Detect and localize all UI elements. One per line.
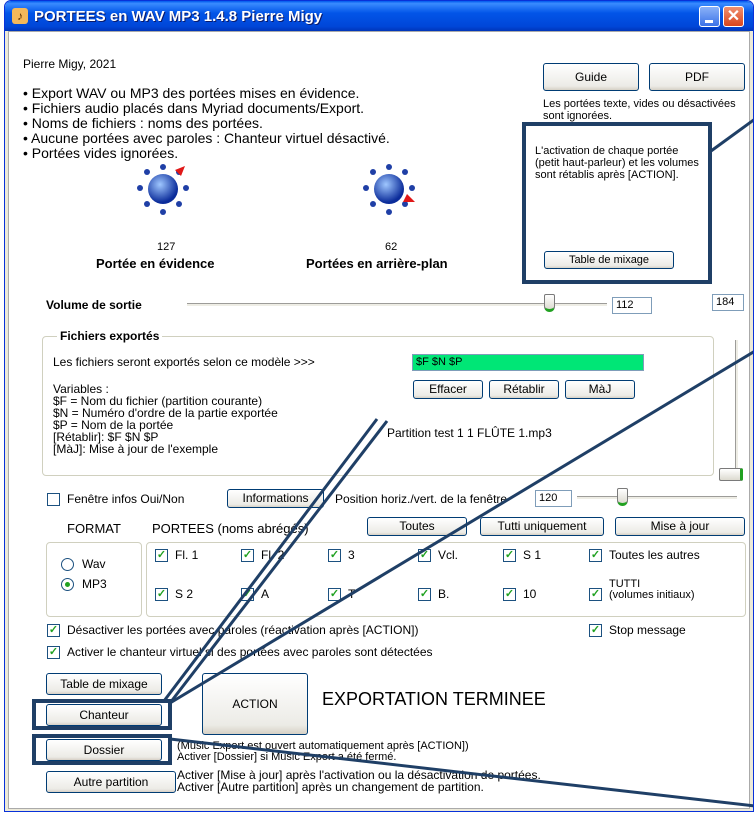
- portee-checkbox[interactable]: ✓: [155, 588, 168, 601]
- bullet-item: • Export WAV ou MP3 des portées mises en…: [23, 85, 360, 101]
- variables-list: Variables : $F = Nom du fichier (partiti…: [53, 383, 278, 455]
- sphere-value-background: 62: [385, 241, 398, 253]
- effacer-button[interactable]: Effacer: [413, 380, 483, 399]
- main-window: ♪ PORTEES en WAV MP3 1.4.8 Pierre Migy ✕…: [4, 0, 754, 812]
- model-label: Les fichiers seront exportés selon ce mo…: [53, 355, 315, 369]
- portee-label: T: [348, 587, 356, 601]
- portee-checkbox[interactable]: ✓: [503, 588, 516, 601]
- portee-checkbox[interactable]: ✓: [155, 549, 168, 562]
- volume-value-field[interactable]: 112: [612, 297, 652, 314]
- portee-label: 3: [348, 548, 355, 562]
- guide-button[interactable]: Guide: [543, 63, 639, 91]
- portee-label: A: [261, 587, 270, 601]
- sphere-label-background: Portées en arrière-plan: [306, 256, 448, 271]
- bullet-item: • Aucune portées avec paroles : Chanteur…: [23, 130, 390, 146]
- autre-partition-button[interactable]: Autre partition: [46, 771, 176, 793]
- dossier-note: (Music Export est ouvert automatiquement…: [177, 741, 469, 763]
- toutes-button[interactable]: Toutes: [367, 517, 467, 536]
- portee-checkbox[interactable]: ✓: [328, 588, 341, 601]
- position-label: Position horiz./vert. de la fenêtre: [335, 492, 508, 506]
- dossier-note-line: Activer [Dossier] si Music Export a été …: [177, 751, 397, 763]
- portee-label: TUTTI (volumes initiaux): [609, 578, 695, 601]
- radio-wav[interactable]: [61, 558, 74, 571]
- activer-checkbox[interactable]: ✓: [47, 646, 60, 659]
- portee-checkbox[interactable]: ✓: [241, 549, 254, 562]
- portee-checkbox[interactable]: ✓: [328, 549, 341, 562]
- variable-line: [MàJ]: Mise à jour de l'exemple: [53, 442, 219, 456]
- chanteur-button[interactable]: Chanteur: [46, 704, 162, 726]
- activer-label: Activer le chanteur virtuel si des porté…: [67, 645, 433, 659]
- portee-label: Toutes les autres: [609, 548, 700, 562]
- portee-label: 10: [523, 587, 537, 601]
- tutti-button[interactable]: Tutti uniquement: [480, 517, 604, 536]
- informations-button[interactable]: Informations: [227, 489, 324, 508]
- client-area: Pierre Migy, 2021 • Export WAV ou MP3 de…: [8, 31, 750, 809]
- title-bar[interactable]: ♪ PORTEES en WAV MP3 1.4.8 Pierre Migy ✕: [5, 1, 753, 31]
- export-group-title: Fichiers exportés: [57, 329, 163, 343]
- infos-label: Fenêtre infos Oui/Non: [67, 492, 185, 506]
- stop-message-checkbox[interactable]: ✓: [589, 624, 602, 637]
- radio-mp3-label: MP3: [82, 577, 107, 591]
- portee-checkbox[interactable]: ✓: [503, 549, 516, 562]
- bullet-list: • Export WAV ou MP3 des portées mises en…: [23, 86, 390, 161]
- autre-note-line: Activer [Autre partition] après un chang…: [177, 780, 484, 794]
- retablir-button[interactable]: Rétablir: [489, 380, 559, 399]
- table-mixage-button[interactable]: Table de mixage: [544, 251, 674, 269]
- sphere-label-evidence: Portée en évidence: [96, 256, 215, 271]
- position-value-field[interactable]: 120: [535, 490, 572, 507]
- portee-label: S 1: [523, 548, 542, 562]
- ignored-note: Les portées texte, vides ou désactivées …: [543, 98, 736, 122]
- position-slider-thumb[interactable]: [617, 488, 628, 506]
- activation-note: L'activation de chaque portée (petit hau…: [535, 145, 699, 181]
- maj-button[interactable]: MàJ: [565, 380, 635, 399]
- model-input[interactable]: $F $N $P: [412, 354, 644, 371]
- portee-label: B.: [438, 587, 450, 601]
- volume-slider-thumb[interactable]: [544, 294, 555, 312]
- radio-mp3[interactable]: [61, 578, 74, 591]
- author-text: Pierre Migy, 2021: [23, 57, 117, 71]
- mise-a-jour-button[interactable]: Mise à jour: [615, 517, 745, 536]
- bullet-item: • Portées vides ignorées.: [23, 145, 179, 161]
- portee-checkbox[interactable]: ✓: [241, 588, 254, 601]
- app-icon: ♪: [12, 8, 28, 24]
- stop-message-label: Stop message: [609, 623, 686, 637]
- portee-checkbox[interactable]: ✓: [589, 588, 602, 601]
- position-track[interactable]: [577, 496, 737, 500]
- portee-checkbox[interactable]: ✓: [418, 549, 431, 562]
- sphere-icon-evidence: [137, 164, 189, 215]
- pdf-button[interactable]: PDF: [649, 63, 745, 91]
- vertical-slider-track[interactable]: [735, 340, 739, 470]
- portee-label: Fl. 2: [261, 548, 285, 562]
- minimize-button[interactable]: [699, 6, 720, 27]
- action-button[interactable]: ACTION: [202, 673, 308, 735]
- portee-label: Fl. 1: [175, 548, 199, 562]
- portee-label: S 2: [175, 587, 194, 601]
- portee-checkbox[interactable]: ✓: [589, 549, 602, 562]
- autre-note: Activer [Mise à jour] après l'activation…: [177, 769, 541, 793]
- desactiver-label: Désactiver les portées avec paroles (réa…: [67, 623, 419, 637]
- portee-checkbox[interactable]: ✓: [418, 588, 431, 601]
- desactiver-checkbox[interactable]: ✓: [47, 624, 60, 637]
- status-text: EXPORTATION TERMINEE: [322, 689, 546, 709]
- window-title: PORTEES en WAV MP3 1.4.8 Pierre Migy: [34, 8, 323, 25]
- portee-label: Vcl.: [438, 548, 459, 562]
- close-button[interactable]: ✕: [723, 6, 744, 27]
- sphere-value-evidence: 127: [157, 241, 176, 253]
- format-label: FORMAT: [67, 521, 121, 536]
- volume-right-field[interactable]: 184: [712, 294, 744, 311]
- example-filename: Partition test 1 1 FLÛTE 1.mp3: [387, 426, 552, 440]
- bullet-item: • Noms de fichiers : noms des portées.: [23, 115, 263, 131]
- dossier-button[interactable]: Dossier: [46, 739, 162, 761]
- sphere-icon-background: [363, 164, 415, 215]
- table-mixage-button-2[interactable]: Table de mixage: [46, 673, 162, 695]
- bullet-item: • Fichiers audio placés dans Myriad docu…: [23, 100, 365, 116]
- portees-label: PORTEES (noms abrégés): [152, 521, 309, 536]
- vertical-slider-thumb[interactable]: [719, 468, 743, 481]
- volume-label: Volume de sortie: [46, 298, 142, 312]
- radio-wav-label: Wav: [82, 557, 106, 571]
- infos-checkbox[interactable]: [47, 493, 60, 506]
